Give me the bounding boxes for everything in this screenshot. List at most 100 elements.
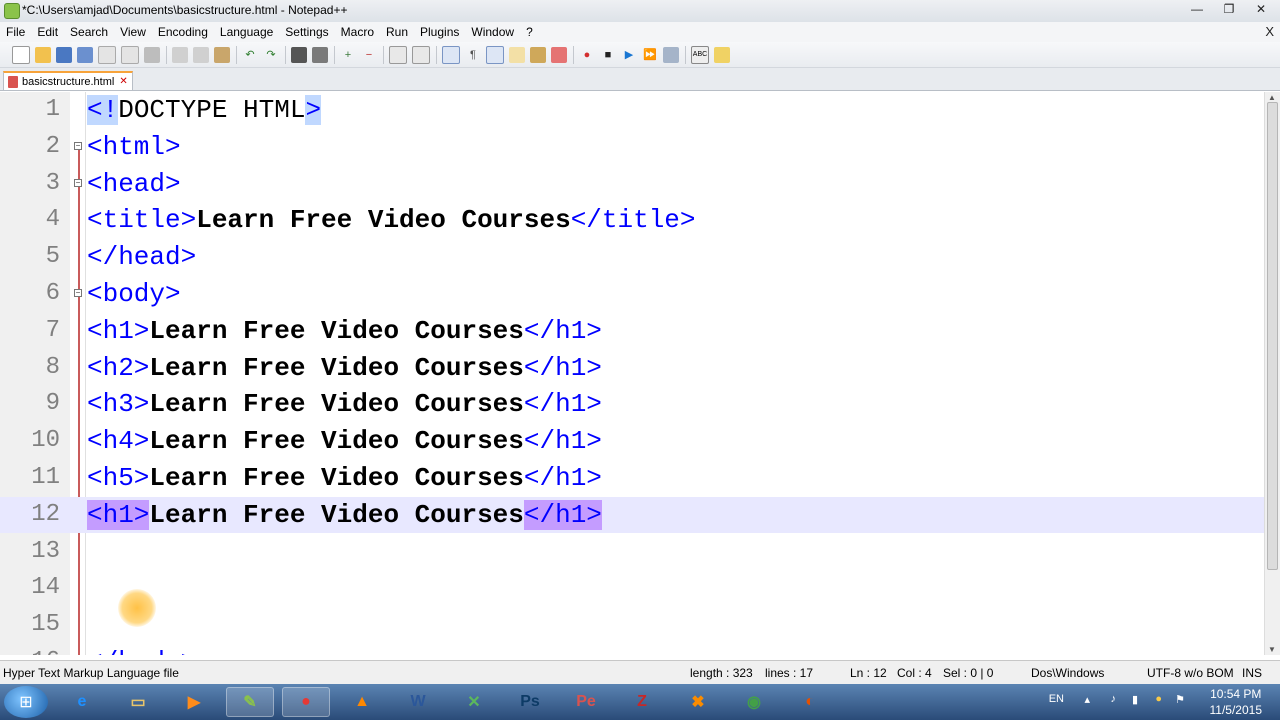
paste-icon[interactable]	[214, 46, 230, 63]
tray-app-icon[interactable]: ●	[1155, 693, 1162, 705]
code-line[interactable]: 13	[0, 534, 1264, 570]
copy-icon[interactable]	[193, 46, 209, 63]
close-all-icon[interactable]	[121, 45, 139, 64]
menu-encoding[interactable]: Encoding	[152, 25, 214, 39]
close-file-icon[interactable]	[98, 45, 116, 64]
undo-icon[interactable]: ↶	[242, 47, 258, 63]
show-hidden-icons-icon[interactable]: ▴	[1084, 693, 1090, 706]
function-list-icon[interactable]	[551, 46, 567, 63]
code-line[interactable]: 8 <h2>Learn Free Video Courses</h1>	[0, 350, 1264, 386]
zoom-out-icon[interactable]: −	[361, 47, 377, 63]
play-macro-icon[interactable]: ▶	[621, 47, 637, 63]
menu-plugins[interactable]: Plugins	[414, 25, 465, 39]
code-line[interactable]: 7 <h1>Learn Free Video Courses</h1>	[0, 313, 1264, 349]
save-icon[interactable]	[56, 46, 72, 63]
save-macro-icon[interactable]	[663, 46, 679, 63]
tab-close-icon[interactable]: ✕	[119, 76, 127, 87]
line-number: 1	[45, 96, 60, 123]
notepad-plus-plus-icon	[4, 3, 20, 19]
code-line[interactable]: 15	[0, 607, 1264, 643]
replace-icon[interactable]	[312, 46, 328, 63]
menu-help[interactable]: ?	[520, 25, 539, 39]
word-icon[interactable]: W	[394, 687, 442, 717]
vertical-scrollbar[interactable]: ▲ ▼	[1264, 92, 1280, 655]
menu-settings[interactable]: Settings	[279, 25, 334, 39]
menu-run[interactable]: Run	[380, 25, 414, 39]
code-line[interactable]: 2 <html>	[0, 129, 1264, 165]
minimize-button[interactable]: —	[1188, 2, 1206, 16]
redo-icon[interactable]: ↷	[263, 47, 279, 63]
save-all-icon[interactable]	[77, 46, 93, 63]
code-line[interactable]: 10 <h4>Learn Free Video Courses</h1>	[0, 423, 1264, 459]
code-line[interactable]: 16 </body>	[0, 644, 1264, 655]
code-line[interactable]: 4 <title>Learn Free Video Courses</title>	[0, 202, 1264, 238]
scroll-down-icon[interactable]: ▼	[1268, 645, 1276, 654]
code-line[interactable]: 9 <h3>Learn Free Video Courses</h1>	[0, 386, 1264, 422]
code-line[interactable]: 6 <body>	[0, 276, 1264, 312]
code-text: <h3>Learn Free Video Courses</h1>	[87, 386, 602, 422]
filezilla-icon[interactable]: Z	[618, 687, 666, 717]
language-indicator[interactable]: EN	[1049, 693, 1064, 705]
internet-explorer-icon[interactable]: e	[58, 687, 106, 717]
maximize-button[interactable]: ❐	[1220, 2, 1238, 16]
xampp-icon[interactable]: ✖	[674, 687, 722, 717]
tab-basicstructure[interactable]: basicstructure.html ✕	[3, 71, 133, 90]
word-wrap-icon[interactable]	[442, 45, 460, 64]
code-line[interactable]: 14	[0, 570, 1264, 606]
network-icon[interactable]: ▮	[1132, 693, 1138, 706]
show-all-chars-icon[interactable]: ¶	[465, 47, 481, 63]
code-token: DOCTYPE HTML	[118, 95, 306, 125]
code-token: Learn Free Video Courses	[149, 426, 524, 457]
stop-macro-icon[interactable]: ■	[600, 47, 616, 63]
premiere-icon[interactable]: Pe	[562, 687, 610, 717]
record-macro-icon[interactable]: ●	[579, 47, 595, 63]
vlc-icon[interactable]: ▲	[338, 687, 386, 717]
camtasia-icon[interactable]: ✕	[450, 687, 498, 717]
cut-icon[interactable]	[172, 46, 188, 63]
code-line[interactable]: 12 <h1>Learn Free Video Courses</h1>	[0, 496, 1264, 533]
chrome-icon[interactable]: ●	[282, 687, 330, 717]
photoshop-icon[interactable]: Ps	[506, 687, 554, 717]
menu-window[interactable]: Window	[465, 25, 520, 39]
print-icon[interactable]	[144, 46, 160, 63]
clock[interactable]: 10:54 PM 11/5/2015	[1210, 686, 1263, 718]
menu-macro[interactable]: Macro	[335, 25, 380, 39]
windows-start-icon[interactable]: ⊞	[4, 686, 48, 718]
sync-vertical-icon[interactable]	[389, 45, 407, 64]
spell-check-icon[interactable]: ABC	[691, 45, 709, 64]
run-macro-multiple-icon[interactable]: ⏩	[642, 47, 658, 63]
new-file-icon[interactable]	[12, 45, 30, 64]
volume-icon[interactable]: ♪	[1111, 693, 1117, 705]
menu-search[interactable]: Search	[64, 25, 114, 39]
find-icon[interactable]	[291, 46, 307, 63]
code-line[interactable]: 1 <!DOCTYPE HTML>	[0, 92, 1264, 128]
indent-guide-icon[interactable]	[486, 45, 504, 64]
media-player-icon[interactable]: ▶	[170, 687, 218, 717]
user-language-icon[interactable]	[509, 46, 525, 63]
code-line[interactable]: 5 </head>	[0, 239, 1264, 275]
menu-file[interactable]: File	[0, 25, 31, 39]
menu-edit[interactable]: Edit	[31, 25, 64, 39]
code-editor[interactable]: − − − 1 <!DOCTYPE HTML> 2 <html> 3 <head> 4 <ti…	[0, 92, 1264, 655]
plugin-icon[interactable]	[714, 46, 730, 63]
open-file-icon[interactable]	[35, 46, 51, 63]
document-map-icon[interactable]	[530, 46, 546, 63]
internet-download-icon[interactable]: ◉	[730, 687, 778, 717]
menu-view[interactable]: View	[114, 25, 152, 39]
scroll-thumb[interactable]	[1267, 102, 1278, 570]
action-center-icon[interactable]: ⚑	[1175, 693, 1185, 706]
firefox-icon[interactable]: ◐	[786, 687, 834, 717]
code-line[interactable]: 11 <h5>Learn Free Video Courses</h1>	[0, 460, 1264, 496]
menu-language[interactable]: Language	[214, 25, 279, 39]
zoom-in-icon[interactable]: +	[340, 47, 356, 63]
file-explorer-icon[interactable]: ▭	[114, 687, 162, 717]
sync-horizontal-icon[interactable]	[412, 45, 430, 64]
notepad-plus-plus-icon[interactable]: ✎	[226, 687, 274, 717]
code-text: <h4>Learn Free Video Courses</h1>	[87, 423, 602, 459]
close-button[interactable]: ✕	[1252, 2, 1270, 16]
close-document-button[interactable]: X	[1265, 24, 1274, 39]
toolbar: ↶ ↷ + − ¶ ● ■ ▶ ⏩ ABC	[0, 42, 1280, 68]
scroll-up-icon[interactable]: ▲	[1268, 93, 1276, 102]
code-line[interactable]: 3 <head>	[0, 166, 1264, 202]
code-token: </head>	[87, 242, 197, 273]
